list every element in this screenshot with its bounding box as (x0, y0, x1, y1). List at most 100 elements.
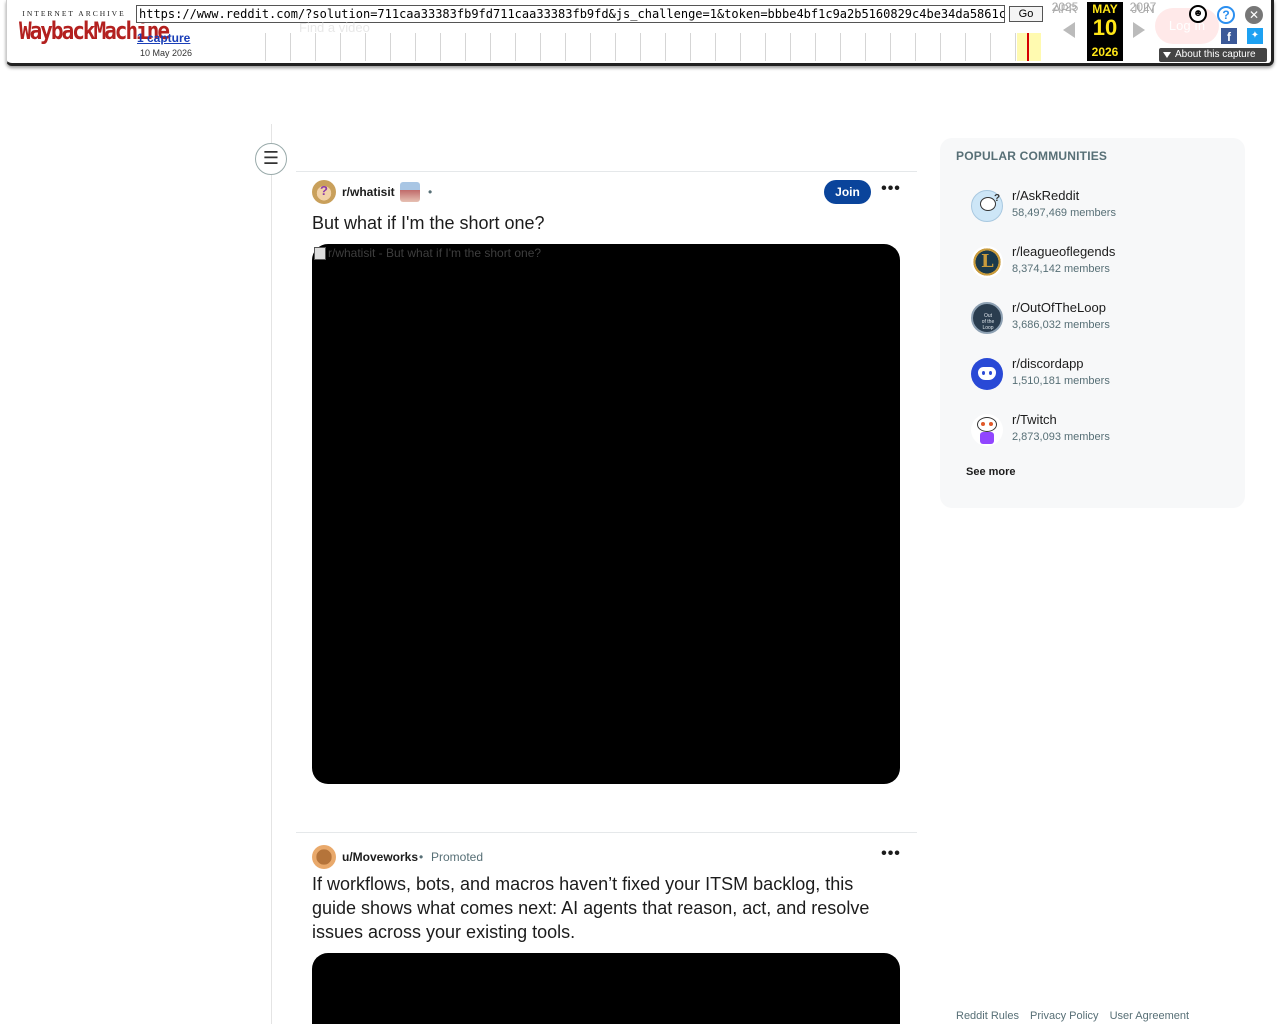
sparkline-year-divider (790, 33, 791, 61)
advertiser-avatar-icon[interactable] (312, 845, 336, 869)
community-item[interactable]: r/Twitch 2,873,093 members (971, 412, 1231, 452)
media-alt-text: r/whatisit - But what if I'm the short o… (312, 246, 541, 260)
close-icon[interactable]: ✕ (1245, 6, 1263, 24)
post-media[interactable] (312, 953, 900, 1024)
wayback-logo[interactable]: INTERNET ARCHIVE WaybackMachine (19, 9, 170, 53)
sidebar-title: POPULAR COMMUNITIES (956, 149, 1108, 163)
sparkline-capture-mark[interactable] (1027, 33, 1029, 61)
sparkline-current-year (1017, 33, 1041, 61)
help-icon[interactable]: ? (1217, 6, 1235, 24)
join-button[interactable]: Join (824, 180, 871, 204)
subreddit-link[interactable]: r/whatisit (342, 185, 395, 199)
community-name: r/OutOfTheLoop (1012, 300, 1106, 315)
sparkline-year-divider (490, 33, 491, 61)
footer-links: Reddit Rules Privacy Policy User Agreeme… (956, 1010, 1197, 1022)
facebook-share-icon[interactable]: f (1221, 28, 1237, 44)
sparkline-year-divider (540, 33, 541, 61)
post-title[interactable]: If workflows, bots, and macros haven’t f… (312, 872, 902, 944)
next-month[interactable]: JUN 2027 (1125, 0, 1161, 16)
prev-year-label: 2025 (1051, 0, 1079, 14)
sparkline-year-divider (465, 33, 466, 61)
current-year-label: 2026 (1091, 45, 1119, 59)
underlying-login-button: Log In (1155, 8, 1219, 44)
reddit-rules-link[interactable]: Reddit Rules (956, 1010, 1019, 1022)
community-members: 8,374,142 members (1012, 263, 1110, 275)
capture-date: 10 May 2026 (140, 48, 193, 58)
next-year-label: 2027 (1129, 0, 1157, 14)
capture-count-link[interactable]: 1 capture (137, 31, 190, 45)
discord-icon (971, 358, 1003, 390)
user-account-icon[interactable]: ☻ (1189, 5, 1207, 23)
separator-dot: • (419, 850, 424, 864)
community-members: 58,497,469 members (1012, 207, 1116, 219)
wayback-toolbar: INTERNET ARCHIVE WaybackMachine https://… (6, 0, 1274, 66)
left-nav-rail (271, 124, 272, 1024)
sparkline-year-divider (440, 33, 441, 61)
post-header: ? r/whatisit • Join ••• (312, 180, 902, 204)
sparkline-year-divider (340, 33, 341, 61)
sparkline-year-divider (915, 33, 916, 61)
wayback-go-button[interactable]: Go (1009, 6, 1043, 22)
prev-month[interactable]: APR 2025 (1047, 0, 1083, 16)
separator-dot: • (428, 185, 433, 199)
sparkline-year-divider (940, 33, 941, 61)
sparkline-year-divider (965, 33, 966, 61)
current-day-label: 10 (1092, 15, 1118, 40)
sparkline-year-divider (390, 33, 391, 61)
sparkline-year-divider (565, 33, 566, 61)
menu-toggle-button[interactable]: ☰ (255, 143, 287, 175)
sparkline-year-divider (665, 33, 666, 61)
subreddit-banner-icon (400, 182, 420, 202)
sparkline-year-divider (890, 33, 891, 61)
community-name: r/leagueoflegends (1012, 244, 1116, 259)
wayback-url-input[interactable]: https://www.reddit.com/?solution=711caa3… (136, 5, 1005, 23)
community-item[interactable]: ? r/AskReddit 58,497,469 members (971, 188, 1231, 228)
sparkline-year-divider (615, 33, 616, 61)
sparkline-year-divider (415, 33, 416, 61)
community-members: 1,510,181 members (1012, 375, 1110, 387)
askreddit-icon: ? (971, 190, 1003, 222)
community-item[interactable]: L r/leagueoflegends 8,374,142 members (971, 244, 1231, 284)
community-item[interactable]: r/discordapp 1,510,181 members (971, 356, 1231, 396)
privacy-policy-link[interactable]: Privacy Policy (1030, 1010, 1098, 1022)
sparkline-year-divider (515, 33, 516, 61)
user-agreement-link[interactable]: User Agreement (1110, 1010, 1189, 1022)
sparkline-year-divider (640, 33, 641, 61)
post-overflow-menu-icon[interactable]: ••• (878, 180, 904, 204)
community-item[interactable]: Out of the Loop r/OutOfTheLoop 3,686,032 m… (971, 300, 1231, 340)
sparkline-year-divider (315, 33, 316, 61)
community-name: r/AskReddit (1012, 188, 1080, 203)
community-members: 2,873,093 members (1012, 431, 1110, 443)
next-capture-arrow-icon[interactable] (1133, 22, 1145, 38)
question-mark-icon: ? (320, 183, 328, 198)
post-media[interactable]: r/whatisit - But what if I'm the short o… (312, 244, 900, 784)
twitch-icon (971, 414, 1003, 446)
sparkline-year-divider (840, 33, 841, 61)
wayback-logo-main: WaybackMachine (19, 17, 170, 45)
sparkline-year-divider (365, 33, 366, 61)
prev-capture-arrow-icon[interactable] (1063, 22, 1075, 38)
see-more-button[interactable]: See more (966, 466, 1016, 478)
sparkline-year-divider (290, 33, 291, 61)
advertiser-link[interactable]: u/Moveworks (342, 850, 418, 864)
community-name: r/Twitch (1012, 412, 1057, 427)
sparkline-year-divider (990, 33, 991, 61)
post-divider (296, 171, 917, 172)
current-month: MAY 10 2026 (1087, 2, 1123, 61)
post-header: u/Moveworks • Promoted ••• (312, 845, 902, 869)
sparkline-year-divider (765, 33, 766, 61)
current-month-label: MAY (1092, 2, 1118, 16)
post-title[interactable]: But what if I'm the short one? (312, 211, 902, 235)
subreddit-avatar-icon[interactable]: ? (312, 180, 336, 204)
sparkline-year-divider (715, 33, 716, 61)
sparkline-year-divider (865, 33, 866, 61)
twitter-share-icon[interactable]: ✦ (1247, 28, 1263, 44)
sparkline-year-divider (690, 33, 691, 61)
community-members: 3,686,032 members (1012, 319, 1110, 331)
about-capture-dropdown[interactable]: About this capture (1159, 48, 1267, 62)
capture-sparkline[interactable] (265, 33, 1041, 61)
post-overflow-menu-icon[interactable]: ••• (878, 845, 904, 869)
sparkline-year-divider (1015, 33, 1016, 61)
outoftheloop-icon: Out of the Loop (971, 302, 1003, 334)
community-name: r/discordapp (1012, 356, 1084, 371)
